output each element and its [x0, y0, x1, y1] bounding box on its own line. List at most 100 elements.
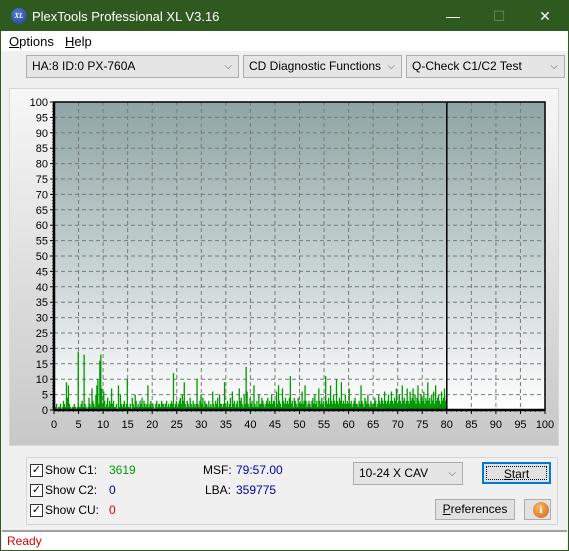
x-tick-label: 100	[536, 419, 554, 431]
menu-options-accel: O	[9, 34, 20, 49]
y-tick-label: 50	[36, 251, 48, 263]
chart-panel: 0 5 10 15 20 25 30 35 40 45 50 55 60 65 70 75 80 85 90 95 10…	[9, 88, 559, 446]
x-tick-label: 40	[244, 419, 256, 431]
start-button[interactable]: Start	[482, 462, 551, 484]
chevron-down-icon: ⌵	[224, 61, 232, 72]
x-tick-label: 20	[146, 419, 158, 431]
x-tick-label: 60	[342, 419, 354, 431]
y-tick-label: 45	[36, 266, 48, 278]
x-tick-label: 45	[269, 419, 281, 431]
chevron-down-icon: ⌵	[387, 61, 395, 72]
menu-bar: Options Help	[1, 31, 568, 51]
x-tick-label: 10	[97, 419, 109, 431]
title-bar[interactable]: XL PlexTools Professional XL V3.16 — ☐ ✕	[1, 1, 568, 31]
y-tick-label: 80	[36, 159, 48, 171]
y-tick-label: 100	[30, 97, 48, 109]
menu-help-label: elp	[74, 34, 92, 49]
function-select-value: CD Diagnostic Functions	[249, 59, 382, 73]
cu-value: 0	[109, 503, 116, 517]
y-tick-label: 75	[36, 174, 48, 186]
window-title: PlexTools Professional XL V3.16	[32, 9, 220, 24]
y-tick-label: 65	[36, 205, 48, 217]
info-button[interactable]: i	[524, 499, 551, 520]
x-tick-label: 50	[293, 419, 305, 431]
y-tick-label: 70	[36, 189, 48, 201]
chevron-down-icon: ⌵	[448, 468, 456, 479]
x-tick-label: 55	[318, 419, 330, 431]
y-tick-label: 85	[36, 143, 48, 155]
show-c1-checkbox[interactable]: ✓	[30, 464, 43, 477]
drive-select[interactable]: HA:8 ID:0 PX-760A ⌵	[26, 55, 239, 78]
c1-c2-chart: 0510152025303540455055606570758085909510…	[30, 97, 555, 431]
speed-select-value: 10-24 X CAV	[359, 466, 429, 480]
y-tick-label: 20	[36, 343, 48, 355]
lba-value: 359775	[236, 483, 277, 497]
msf-label: MSF:	[203, 463, 232, 477]
x-tick-label: 85	[465, 419, 477, 431]
x-tick-label: 25	[171, 419, 183, 431]
y-tick-label: 35	[36, 297, 48, 309]
maximize-button[interactable]: ☐	[476, 1, 522, 31]
show-c2-label: Show C2:	[45, 483, 98, 497]
c2-value: 0	[109, 483, 116, 497]
c1-bar	[172, 373, 175, 410]
x-tick-label: 35	[220, 419, 232, 431]
test-select[interactable]: Q-Check C1/C2 Test ⌵	[406, 55, 565, 78]
preferences-label: references	[450, 502, 508, 516]
toolbar: HA:8 ID:0 PX-760A ⌵ CD Diagnostic Functi…	[1, 51, 568, 81]
y-tick-label: 60	[36, 220, 48, 232]
app-window: XL PlexTools Professional XL V3.16 — ☐ ✕…	[0, 0, 569, 551]
start-label: tart	[511, 467, 530, 481]
y-tick-label: 5	[42, 390, 48, 402]
start-accel: S	[503, 467, 512, 481]
y-tick-label: 10	[36, 374, 48, 386]
c1-bar	[147, 385, 149, 410]
menu-options-label: ptions	[19, 34, 54, 49]
x-tick-label: 65	[367, 419, 379, 431]
menu-help[interactable]: Help	[65, 34, 92, 49]
y-tick-label: 0	[42, 405, 48, 417]
minimize-button[interactable]: —	[430, 1, 476, 31]
close-button[interactable]: ✕	[522, 1, 568, 31]
x-tick-label: 70	[392, 419, 404, 431]
msf-value: 79:57.00	[236, 463, 283, 477]
y-tick-label: 40	[36, 282, 48, 294]
c1-value: 3619	[109, 463, 136, 477]
x-tick-label: 95	[514, 419, 526, 431]
test-select-value: Q-Check C1/C2 Test	[412, 59, 522, 73]
c1-bar	[83, 354, 85, 410]
status-bar: Ready	[2, 530, 567, 550]
show-c2-checkbox[interactable]: ✓	[30, 484, 43, 497]
chevron-down-icon: ⌵	[550, 61, 558, 72]
drive-select-value: HA:8 ID:0 PX-760A	[32, 59, 136, 73]
c1-bar	[77, 351, 79, 410]
function-select[interactable]: CD Diagnostic Functions ⌵	[243, 55, 402, 78]
x-tick-label: 80	[441, 419, 453, 431]
preferences-button[interactable]: Preferences	[435, 499, 515, 520]
x-tick-label: 5	[75, 419, 81, 431]
y-tick-label: 15	[36, 359, 48, 371]
c1-bar	[126, 379, 128, 410]
x-tick-label: 15	[122, 419, 134, 431]
y-tick-label: 90	[36, 128, 48, 140]
info-icon: i	[533, 502, 549, 518]
menu-options[interactable]: Options	[9, 34, 54, 49]
y-tick-label: 55	[36, 236, 48, 248]
show-cu-label: Show CU:	[45, 503, 100, 517]
show-cu-checkbox[interactable]: ✓	[30, 504, 43, 517]
preferences-accel: P	[442, 502, 451, 516]
menu-help-accel: H	[65, 34, 75, 49]
y-tick-label: 30	[36, 313, 48, 325]
x-tick-label: 75	[416, 419, 428, 431]
c1-bar	[117, 385, 120, 410]
x-tick-label: 30	[195, 419, 207, 431]
lba-label: LBA:	[205, 483, 232, 497]
speed-select[interactable]: 10-24 X CAV ⌵	[353, 462, 463, 485]
app-logo-icon: XL	[11, 8, 27, 24]
stats-panel: ✓ Show C1: 3619 ✓ Show C2: 0 ✓ Show CU: …	[26, 457, 558, 525]
status-text: Ready	[7, 534, 42, 548]
y-tick-label: 25	[36, 328, 48, 340]
show-c1-label: Show C1:	[45, 463, 98, 477]
x-tick-label: 0	[51, 419, 57, 431]
x-tick-label: 90	[490, 419, 502, 431]
